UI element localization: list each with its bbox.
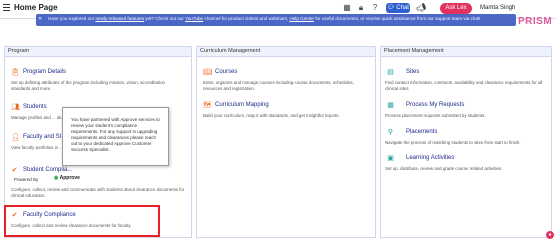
program-details-desc: Set up defining attributes of the progra… — [11, 80, 166, 91]
prism-logo: PRISM — [518, 16, 553, 27]
user-name[interactable]: Mamta Singh — [480, 5, 515, 11]
lock-icon[interactable]: 🔒︎ — [356, 3, 366, 13]
banner-text-2: yet? Check out our — [144, 16, 186, 21]
faculty-link[interactable]: Faculty and St... — [23, 134, 66, 140]
approve-label: Approve — [59, 175, 80, 181]
sites-desc: Find contact information, contracts, ava… — [385, 80, 543, 91]
menu-icon[interactable] — [3, 4, 10, 13]
faculty-icon: 👤︎ — [11, 134, 20, 141]
placements-icon: ⚲ — [387, 129, 394, 136]
ask-lex-button[interactable]: Ask Lex — [440, 3, 472, 14]
curriculum-heading: Curriculum Management — [197, 47, 375, 57]
learning-activities-link[interactable]: Learning Activities — [406, 155, 454, 161]
sites-link[interactable]: Sites — [406, 69, 419, 75]
faculty-compliance-highlight — [4, 205, 160, 237]
students-icon: 👥︎ — [11, 104, 20, 111]
help-center-link[interactable]: Help Center — [289, 16, 314, 21]
grid-icon[interactable]: ▦ — [342, 3, 352, 13]
clipboard-icon: 📋︎ — [11, 69, 20, 76]
powered-by-label: Powered By — [14, 177, 39, 182]
scroll-indicator-icon[interactable]: ● — [546, 231, 554, 239]
compliance-icon: ✔︎ — [11, 167, 18, 174]
chat-button[interactable]: 💬︎ Chat — [386, 3, 410, 13]
features-link[interactable]: newly released features — [96, 16, 145, 21]
youtube-link[interactable]: YouTube — [185, 16, 203, 21]
student-compliance-link[interactable]: Student Complia... — [23, 167, 72, 173]
chat-label: Chat — [396, 5, 409, 11]
mapping-icon: 🗺︎ — [203, 102, 212, 109]
banner-text-3: channel for product videos and webinars, — [203, 16, 290, 21]
approve-logo: ◉ Approve — [54, 175, 80, 181]
courses-link[interactable]: Courses — [215, 69, 237, 75]
announcement-banner: ✕ Have you explored our newly released f… — [36, 14, 516, 26]
curriculum-mapping-link[interactable]: Curriculum Mapping — [215, 102, 269, 108]
process-requests-link[interactable]: Process My Requests — [406, 102, 464, 108]
tooltip-text: You have partnered with Approve services… — [71, 117, 160, 152]
program-details-link[interactable]: Program Details — [23, 69, 66, 75]
close-icon[interactable]: ✕ — [38, 16, 42, 22]
placements-link[interactable]: Placements — [406, 129, 437, 135]
banner-text: Have you explored our newly released fea… — [48, 16, 480, 21]
courses-icon: 📖︎ — [203, 69, 212, 76]
requests-icon: ▦ — [387, 102, 394, 109]
student-compliance-desc: Configure, collect, review and communica… — [11, 187, 185, 198]
sites-icon: ▤ — [387, 69, 394, 76]
approve-tooltip: You have partnered with Approve services… — [62, 107, 169, 166]
banner-text-4: for useful documents, or receive quick a… — [313, 16, 481, 21]
curriculum-mapping-desc: Build your curriculum, map it with stand… — [203, 113, 340, 118]
curriculum-panel: Curriculum Management 📖︎ Courses Enter, … — [196, 46, 376, 238]
learning-activities-desc: Set up, distribute, review and grade cou… — [385, 166, 503, 171]
placement-panel: Placement Management ▤ Sites Find contac… — [380, 46, 552, 238]
courses-desc: Enter, organize and manage courses inclu… — [203, 80, 354, 91]
students-link[interactable]: Students — [23, 104, 47, 110]
process-requests-desc: Process placement requests submitted by … — [385, 113, 486, 118]
placements-desc: Navigate the process of matching student… — [385, 140, 521, 145]
ask-lex-label: Ask Lex — [445, 5, 467, 11]
banner-text-1: Have you explored our — [48, 16, 96, 21]
megaphone-icon[interactable]: 📣︎ — [416, 3, 426, 13]
placement-heading: Placement Management — [381, 47, 551, 57]
page-title: Home Page — [14, 3, 58, 12]
program-heading: Program — [5, 47, 191, 57]
question-icon[interactable]: ? — [370, 3, 380, 13]
learning-icon: ▣ — [387, 155, 394, 162]
